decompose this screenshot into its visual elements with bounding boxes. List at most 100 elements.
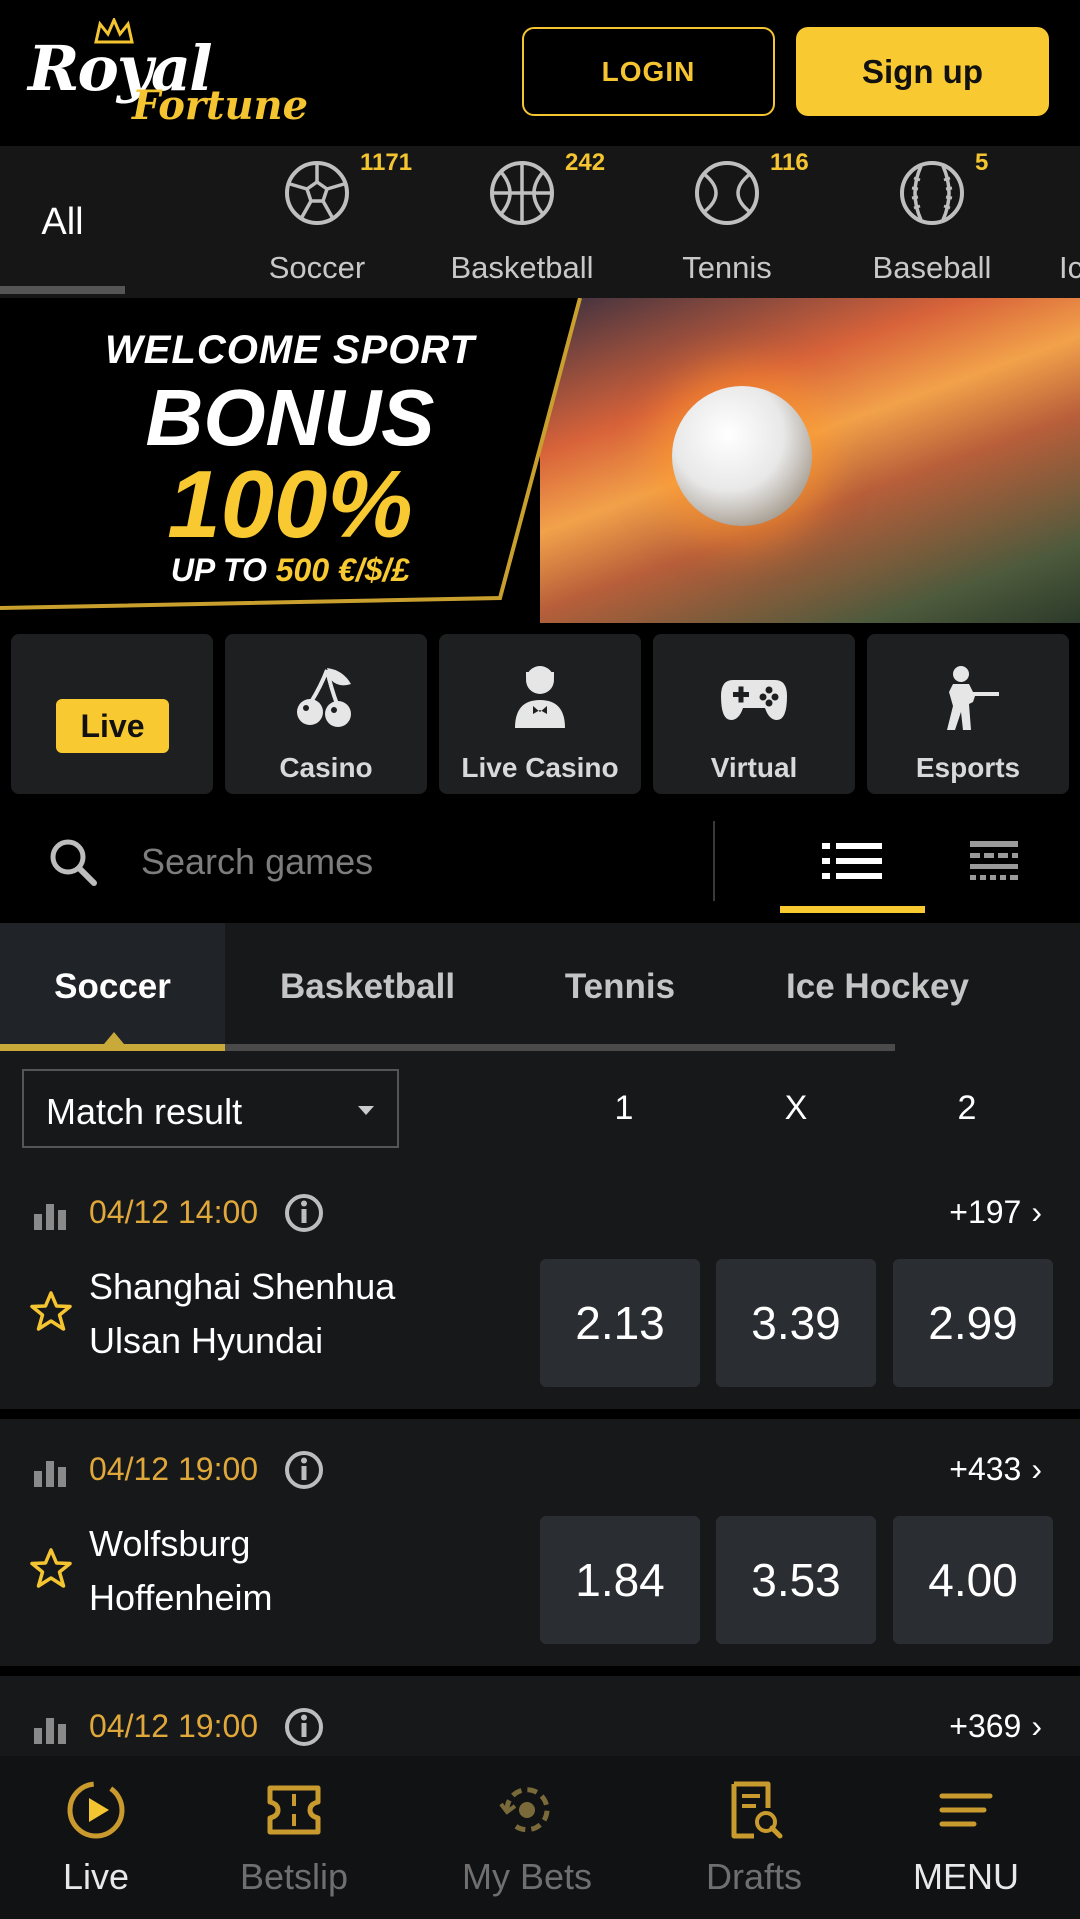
column-home: 1 [614,1089,634,1127]
more-markets-count: +433 [949,1451,1022,1487]
login-button[interactable]: LOGIN [522,27,775,116]
sports-nav-all-underline [0,286,125,294]
odds-home-button[interactable]: 2.13 [540,1259,700,1387]
welcome-bonus-banner[interactable]: WELCOME SPORT BONUS 100% UP TO 500 €/$/£ [0,298,1080,623]
home-team: Wolfsburg [89,1523,251,1564]
stats-icon[interactable] [34,1200,68,1230]
info-icon[interactable] [283,1192,325,1234]
signup-button[interactable]: Sign up [796,27,1049,116]
royal-fortune-logo[interactable]: Royal Fortune [28,18,308,130]
sports-nav-tennis[interactable]: 116 Tennis [627,146,827,298]
more-markets-link[interactable]: +369 › [949,1708,1042,1745]
odds-away-button[interactable]: 4.00 [893,1516,1053,1644]
sports-nav-ice-hockey[interactable]: Ic [1037,146,1080,298]
home-team: Shanghai Shenhua [89,1266,396,1307]
category-virtual-label: Virtual [710,752,798,783]
betslip-icon [267,1785,321,1835]
gamepad-icon [721,680,787,720]
drafts-icon [731,1781,783,1839]
active-tab-caret [104,1032,124,1044]
match-row[interactable]: 04/12 19:00 +433 › Wolfsburg Hoffenheim 1… [0,1419,1080,1671]
more-markets-count: +369 [949,1708,1022,1744]
category-virtual[interactable]: Virtual [653,634,855,794]
chevron-right-icon: › [1031,1708,1042,1744]
info-icon[interactable] [283,1706,325,1748]
banner-upto-text: UP TO 500 €/$/£ [0,552,580,589]
baseball-count: 5 [975,149,989,176]
bottom-nav-my-bets[interactable]: My Bets [419,1756,635,1919]
basketball-icon [490,161,554,225]
grid-view-icon[interactable] [960,833,1032,893]
banner-upto-amount: 500 €/$/£ [275,552,410,588]
cherries-icon [297,668,351,727]
tab-basketball[interactable]: Basketball [240,923,495,1051]
more-markets-count: +197 [949,1194,1022,1230]
stats-icon[interactable] [34,1714,68,1744]
info-icon[interactable] [283,1449,325,1491]
tennis-ball-icon [695,161,759,225]
bottom-nav-drafts-label: Drafts [705,1856,802,1897]
live-badge: Live [56,699,169,753]
match-time: 04/12 19:00 [89,1451,259,1487]
search-input[interactable]: Search games [141,841,373,883]
favorite-star-icon[interactable] [29,1547,73,1589]
bottom-nav: Live Betslip My Bets Drafts MENU [0,1756,1080,1919]
odds-draw-button[interactable]: 3.53 [716,1516,876,1644]
away-team: Hoffenheim [89,1577,273,1618]
bottom-nav-live-label: Live [62,1856,130,1897]
market-select-value: Match result [46,1091,243,1132]
more-markets-link[interactable]: +197 › [949,1194,1042,1231]
market-select[interactable]: Match result [22,1069,399,1148]
live-play-icon [67,1781,125,1839]
stats-icon[interactable] [34,1457,68,1487]
list-view-icon [822,843,882,879]
chevron-right-icon: › [1031,1451,1042,1487]
tab-ice-hockey[interactable]: Ice Hockey [760,923,995,1051]
category-casino[interactable]: Casino [225,634,427,794]
search-bar: Search games [0,803,1080,923]
sports-nav: All 1171 Soccer 242 Basketball 116 Tenni… [0,146,1080,298]
tennis-count: 116 [770,149,809,176]
match-time: 04/12 19:00 [89,1708,259,1744]
header: Royal Fortune LOGIN Sign up [0,0,1080,146]
soccer-ball-image [672,386,812,526]
bottom-nav-betslip[interactable]: Betslip [186,1756,402,1919]
bottom-nav-menu[interactable]: MENU [858,1756,1074,1919]
baseball-label: Baseball [872,250,992,285]
chevron-down-icon [358,1106,374,1115]
sports-nav-basketball[interactable]: 242 Basketball [422,146,622,298]
column-away: 2 [957,1089,977,1127]
odds-away-button[interactable]: 2.99 [893,1259,1053,1387]
list-view-toggle[interactable] [780,813,925,913]
more-markets-link[interactable]: +433 › [949,1451,1042,1488]
category-live[interactable]: Live [11,634,213,794]
list-view-underline [780,906,925,913]
banner-upto-prefix: UP TO [170,552,276,588]
odds-home-button[interactable]: 1.84 [540,1516,700,1644]
category-esports[interactable]: Esports [867,634,1069,794]
bottom-nav-my-bets-label: My Bets [461,1856,593,1897]
sports-nav-soccer[interactable]: 1171 Soccer [217,146,417,298]
soccer-label: Soccer [268,250,366,285]
category-row: Live Casino Live Casino Virtual Esports [0,623,1080,803]
search-icon [50,839,97,886]
basketball-label: Basketball [450,250,594,285]
baseball-icon [900,161,964,225]
soccer-count: 1171 [360,149,413,176]
odds-draw-button[interactable]: 3.39 [716,1259,876,1387]
logo-fortune-text: Fortune [132,82,309,129]
tennis-label: Tennis [682,250,772,285]
favorite-star-icon[interactable] [29,1290,73,1332]
match-row[interactable]: 04/12 14:00 +197 › Shanghai Shenhua Ulsan… [0,1162,1080,1414]
soccer-ball-icon [285,161,349,225]
bottom-nav-drafts[interactable]: Drafts [646,1756,862,1919]
category-esports-label: Esports [915,752,1021,783]
banner-welcome-text: WELCOME SPORT [104,328,476,372]
sports-nav-baseball[interactable]: 5 Baseball [832,146,1032,298]
category-live-casino[interactable]: Live Casino [439,634,641,794]
away-team: Ulsan Hyundai [89,1320,324,1361]
tab-tennis[interactable]: Tennis [530,923,710,1051]
bottom-nav-live[interactable]: Live [0,1756,204,1919]
sports-nav-all[interactable]: All [0,146,125,298]
banner-percent-text: 100% [167,451,413,558]
